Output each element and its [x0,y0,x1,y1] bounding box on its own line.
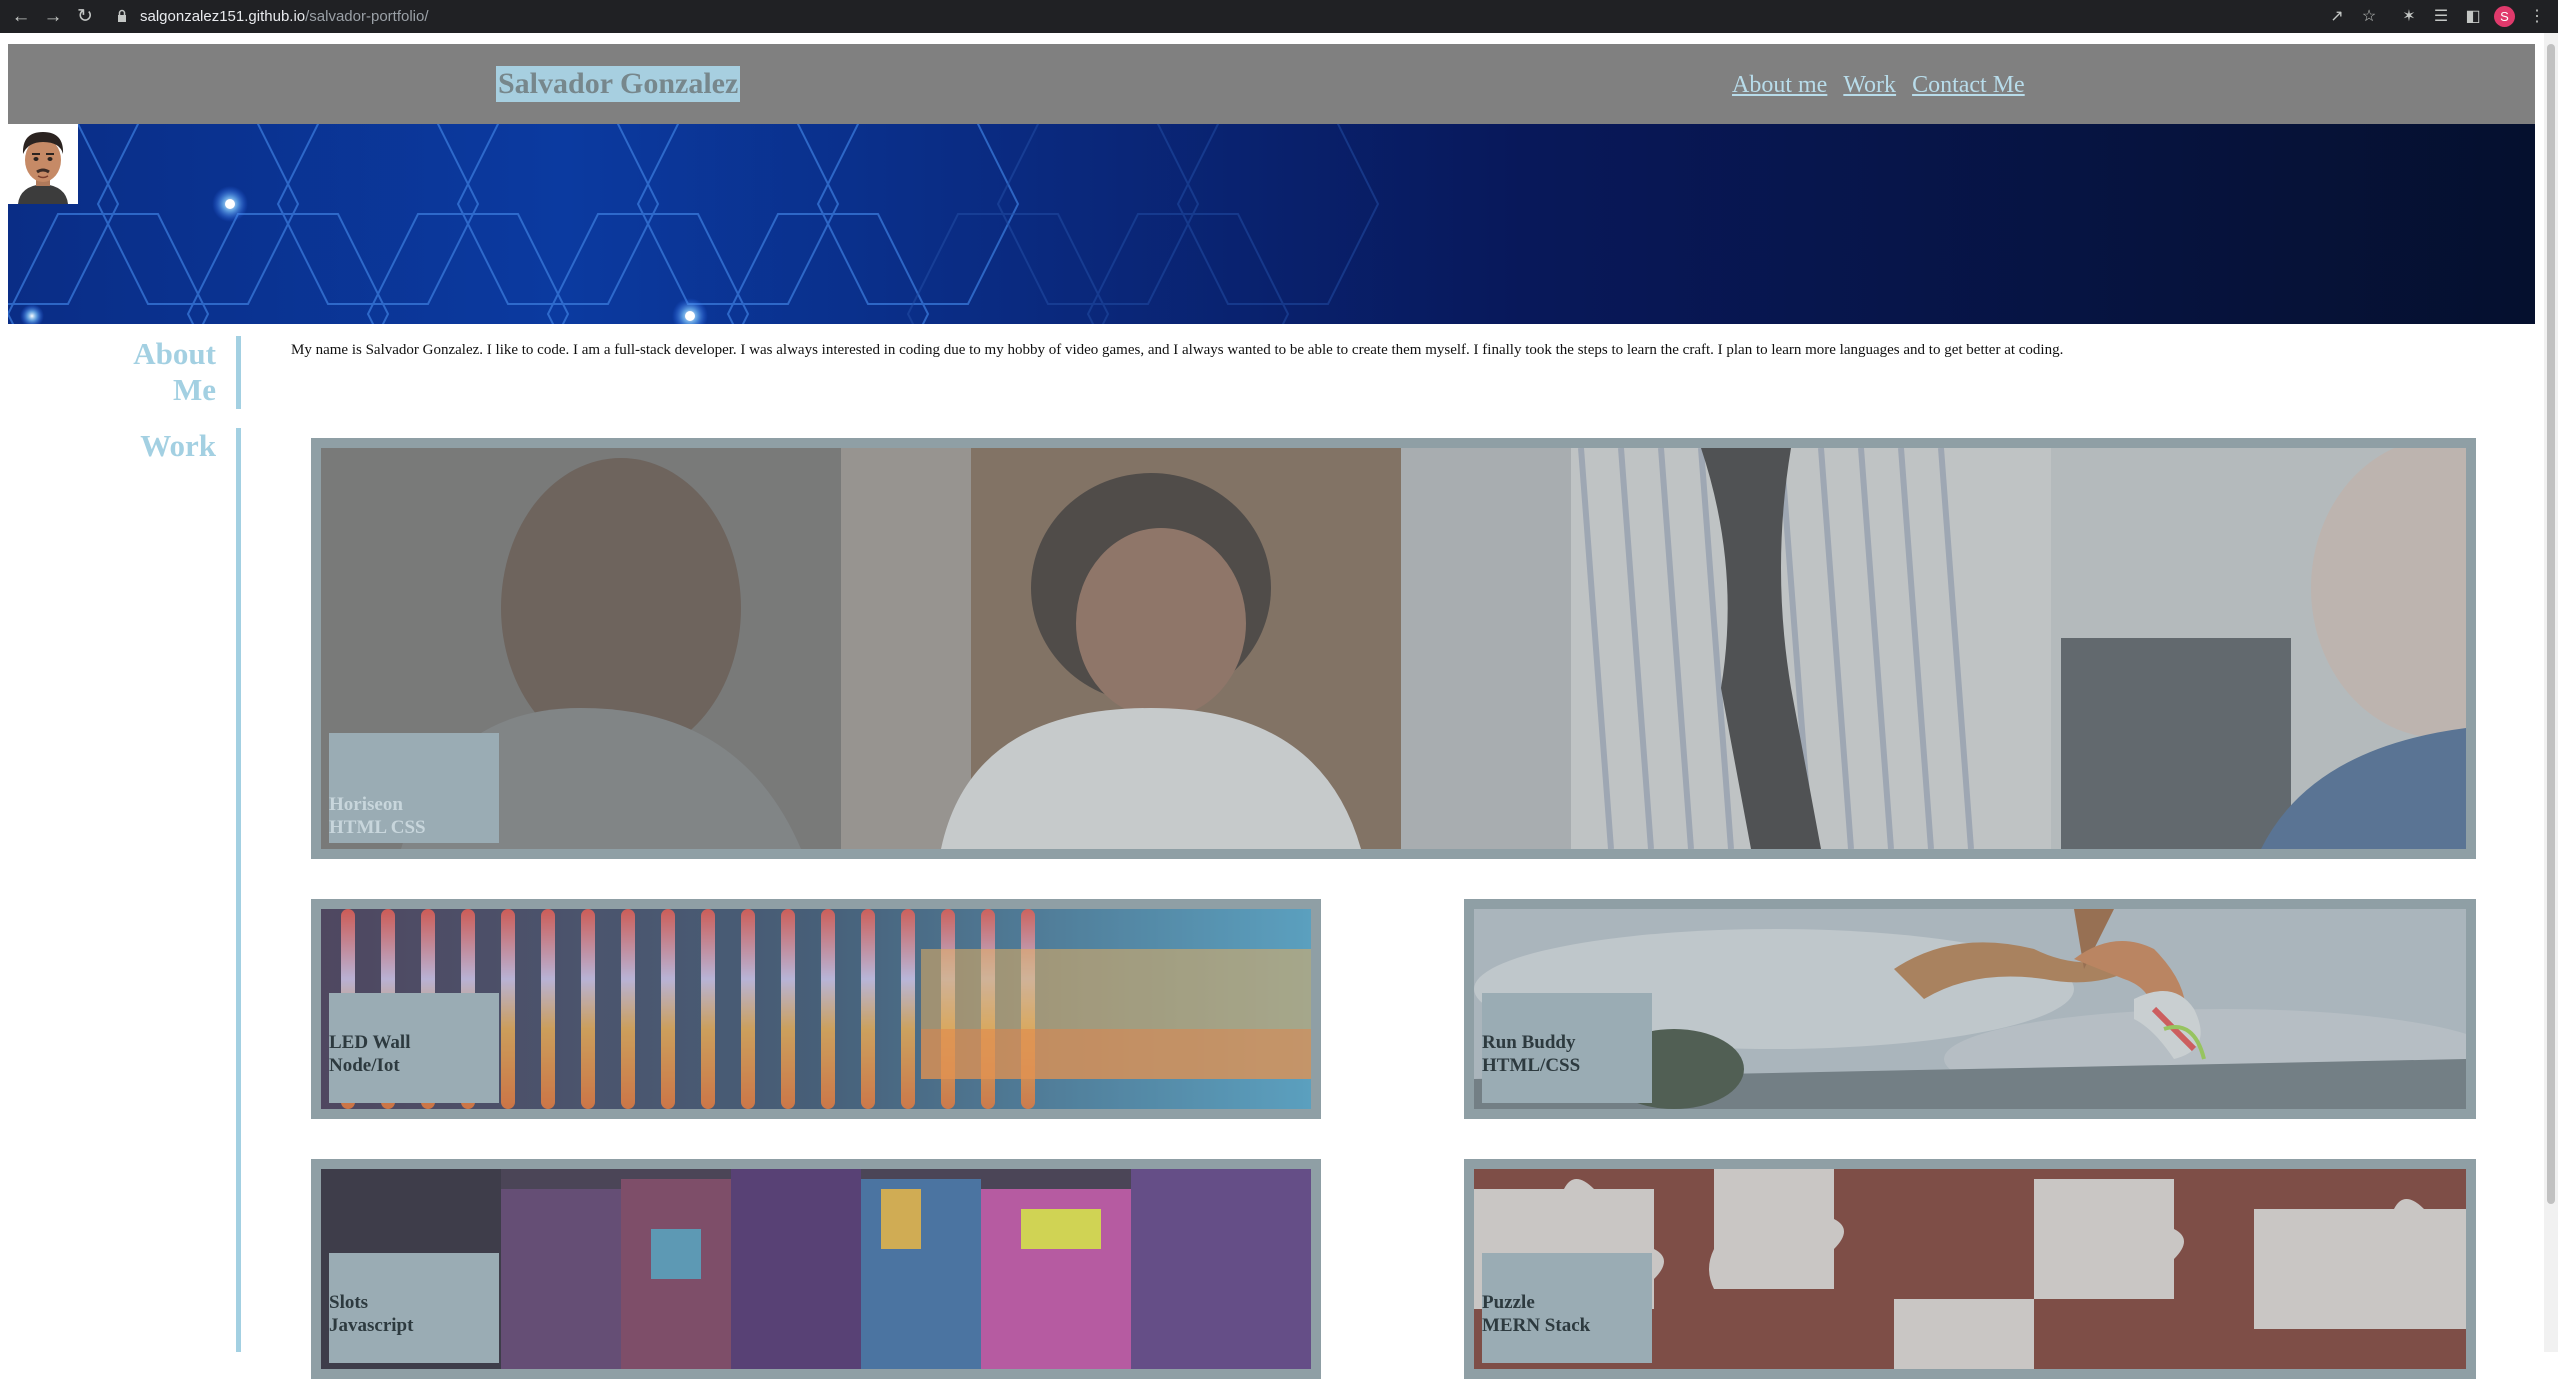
project-name: Run Buddy [1482,1032,1576,1053]
about-divider [236,336,241,409]
back-arrow-icon[interactable]: ← [8,4,34,30]
project-name: Slots [329,1292,369,1313]
section-heading-about: About Me [100,336,216,408]
url-host: salgonzalez151.github.io [140,8,306,25]
media-queue-icon[interactable]: ☰ [2428,4,2454,30]
project-label: Horiseon HTML CSS [329,733,499,843]
browser-toolbar: ← → ↻ salgonzalez151.github.io/salvador-… [0,0,2558,33]
project-card-slots[interactable]: Slots Javascript [311,1159,1321,1379]
project-tech: Node/Iot [329,1055,400,1076]
project-label: LED Wall Node/Iot [329,993,499,1103]
section-heading-work: Work [140,428,216,463]
nav-link-work[interactable]: Work [1843,72,1896,98]
reload-icon[interactable]: ↻ [72,4,98,30]
side-panel-icon[interactable]: ◧ [2460,4,2486,30]
profile-avatar[interactable]: S [2494,6,2515,27]
about-heading-line1: About [133,336,216,371]
project-card-puzzle[interactable]: Puzzle MERN Stack [1464,1159,2476,1379]
project-tech: HTML CSS [329,817,426,838]
forward-arrow-icon[interactable]: → [40,4,66,30]
project-label: Slots Javascript [329,1253,499,1363]
hexagon-pattern [8,124,1380,324]
project-tech: HTML/CSS [1482,1055,1581,1076]
project-tech: MERN Stack [1482,1315,1591,1336]
more-menu-icon[interactable]: ⋮ [2524,4,2550,30]
project-name: Puzzle [1482,1292,1535,1313]
hero-banner [8,124,2535,324]
nav-link-about[interactable]: About me [1732,72,1827,98]
project-name: LED Wall [329,1032,411,1053]
project-card-run-buddy[interactable]: Run Buddy HTML/CSS [1464,899,2476,1119]
work-divider [236,428,241,1352]
project-tech: Javascript [329,1315,414,1336]
about-heading-line2: Me [172,372,216,407]
avatar [8,124,78,204]
project-card-horiseon[interactable]: Horiseon HTML CSS [311,438,2476,859]
site-header: Salvador Gonzalez About me Work Contact Me [8,44,2535,124]
site-title: Salvador Gonzalez [496,66,741,102]
project-name: Horiseon [329,794,403,815]
project-label: Puzzle MERN Stack [1482,1253,1652,1363]
share-icon[interactable]: ↗ [2324,4,2350,30]
lock-icon [118,9,126,22]
about-paragraph: My name is Salvador Gonzalez. I like to … [291,342,2064,358]
project-image [321,448,2466,849]
extensions-puzzle-icon[interactable]: ✶ [2396,4,2422,30]
project-label: Run Buddy HTML/CSS [1482,993,1652,1103]
page-margin [0,33,2558,43]
scrollbar-thumb[interactable] [2547,44,2555,1204]
project-card-led-wall[interactable]: LED Wall Node/Iot [311,899,1321,1119]
nav-link-contact[interactable]: Contact Me [1912,72,2025,98]
address-bar[interactable]: salgonzalez151.github.io/salvador-portfo… [140,4,429,29]
url-path: /salvador-portfolio/ [305,8,429,25]
site-nav: About me Work Contact Me [1732,68,2041,102]
bookmark-star-icon[interactable]: ☆ [2356,4,2382,30]
